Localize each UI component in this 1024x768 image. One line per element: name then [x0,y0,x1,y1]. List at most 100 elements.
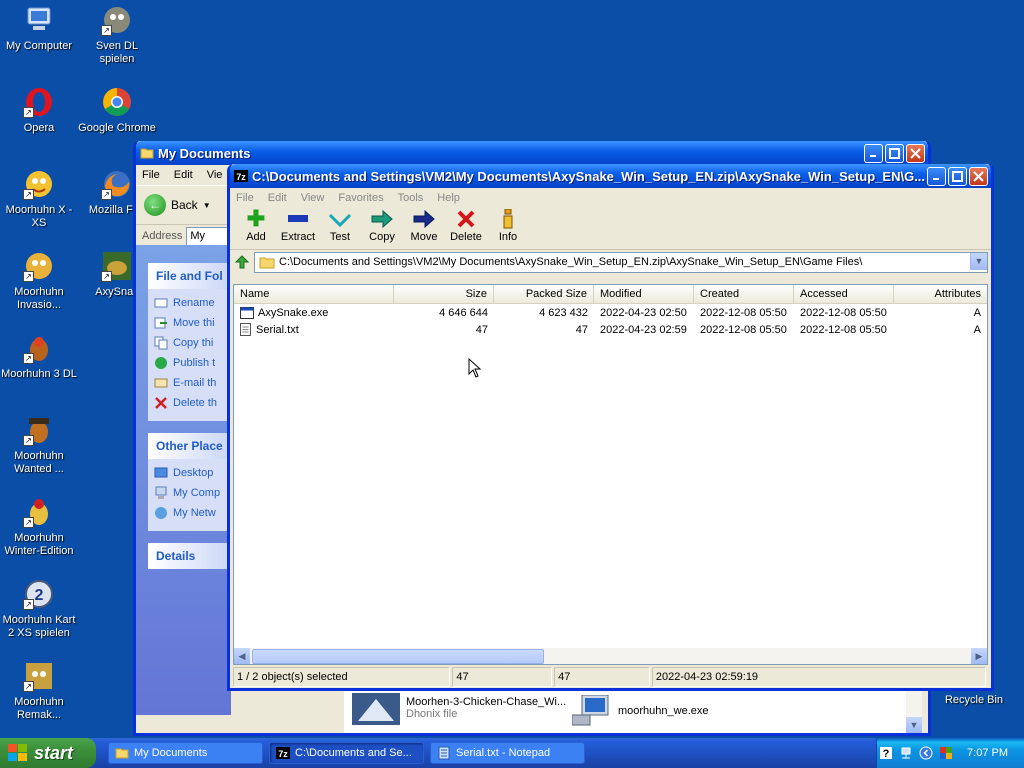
menu-favorites[interactable]: Favorites [338,192,383,204]
desktop-icon-moorhuhn-3[interactable]: ↗ Moorhuhn 3 DL [0,332,78,381]
network-icon[interactable] [899,746,913,760]
file-list: Name Size Packed Size Modified Created A… [233,284,988,665]
menu-tools[interactable]: Tools [398,192,424,204]
desktop-icon-opera[interactable]: ↗ Opera [0,86,78,135]
desktop-icon-moorhuhn-kart[interactable]: 2 ↗ Moorhuhn Kart 2 XS spielen [0,578,78,640]
cell-name: AxySnake.exe [234,304,394,321]
file-folder-tasks-header[interactable]: File and Fol [148,263,238,289]
desktop-icon-moorhuhn-wanted[interactable]: ↗ Moorhuhn Wanted ... [0,414,78,476]
chevron-down-icon[interactable]: ▼ [203,201,211,210]
start-button[interactable]: start [0,738,96,768]
info-button[interactable]: Info [487,207,529,243]
maximize-icon [889,147,900,159]
cell-size: 4 646 644 [439,306,488,319]
path-combobox[interactable]: C:\Documents and Settings\VM2\My Documen… [254,251,988,273]
desktop-icon-moorhuhn-x[interactable]: ↗ Moorhuhn X - XS [0,168,78,230]
scroll-thumb[interactable] [252,649,544,664]
menu-edit[interactable]: Edit [268,192,287,204]
details-header[interactable]: Details [148,543,238,569]
horizontal-scrollbar[interactable]: ◀ ▶ [234,648,987,664]
task-rename[interactable]: Rename [154,293,232,313]
close-button[interactable] [969,166,988,186]
email-icon [154,378,168,388]
desktop-icon-moorhuhn-winter[interactable]: ↗ Moorhuhn Winter-Edition [0,496,78,558]
maximize-button[interactable] [885,143,904,163]
add-button[interactable]: ✚ Add [235,206,277,243]
table-row[interactable]: Serial.txt 47 47 2022-04-23 02:59 2022-1… [234,321,987,338]
copy-button[interactable]: Copy [361,207,403,243]
delete-button[interactable]: Delete [445,207,487,243]
place-my-network[interactable]: My Netw [154,503,232,523]
taskbar-item-my-documents[interactable]: My Documents [108,742,263,764]
other-places-header[interactable]: Other Place [148,433,238,459]
scroll-right-arrow[interactable]: ▶ [971,648,987,664]
menu-file[interactable]: File [236,192,254,204]
menu-file[interactable]: File [142,169,160,181]
security-shield-icon[interactable] [939,746,953,760]
clock[interactable]: 7:07 PM [967,747,1008,759]
desktop-icon-chrome[interactable]: Google Chrome [78,86,156,135]
desktop-icon-recycle-bin[interactable]: Recycle Bin [935,694,1013,707]
taskbar-item-notepad[interactable]: Serial.txt - Notepad [430,742,585,764]
svg-text:2: 2 [35,587,44,604]
taskbar: start My Documents 7z C:\Documents and S… [0,738,1024,768]
path-bar: C:\Documents and Settings\VM2\My Documen… [230,249,991,274]
file-name: moorhuhn_we.exe [618,705,709,717]
move-arrow-icon [403,207,445,231]
desktop-icon-sven[interactable]: ↗ Sven DL spielen [78,4,156,66]
task-pane: File and Fol Rename Move thi Copy thi Pu… [136,245,238,715]
column-header-attributes[interactable]: Attributes [894,285,987,303]
task-copy[interactable]: Copy thi [154,333,232,353]
place-desktop[interactable]: Desktop [154,463,232,483]
test-button[interactable]: Test [319,207,361,243]
column-header-accessed[interactable]: Accessed [794,285,894,303]
minimize-button[interactable] [864,143,883,163]
cell-modified: 2022-04-23 02:59 [600,323,687,336]
menu-help[interactable]: Help [437,192,460,204]
7zip-window: 7z C:\Documents and Settings\VM2\My Docu… [227,164,994,691]
task-publish[interactable]: Publish t [154,353,232,373]
taskbar-item-7zip[interactable]: 7z C:\Documents and Se... [269,742,424,764]
menu-view[interactable]: View [301,192,325,204]
help-icon[interactable]: ? [879,746,893,760]
column-header-size[interactable]: Size [394,285,494,303]
minimize-icon [870,154,876,157]
desktop-icon-my-computer[interactable]: My Computer [0,4,78,53]
my-documents-titlebar[interactable]: My Documents [136,141,928,165]
column-headers: Name Size Packed Size Modified Created A… [234,285,987,304]
table-row[interactable]: AxySnake.exe 4 646 644 4 623 432 2022-04… [234,304,987,321]
7zip-titlebar[interactable]: 7z C:\Documents and Settings\VM2\My Docu… [230,164,991,188]
menu-view[interactable]: Vie [207,169,223,181]
scroll-down-arrow[interactable]: ▼ [906,717,922,733]
file-item[interactable]: moorhuhn_we.exe [572,695,709,727]
task-move[interactable]: Move thi [154,313,232,333]
task-delete[interactable]: Delete th [154,393,232,413]
computer-icon [155,486,167,499]
column-header-created[interactable]: Created [694,285,794,303]
status-bar: 1 / 2 object(s) selected 47 47 2022-04-2… [233,667,988,687]
move-button[interactable]: Move [403,207,445,243]
moorhuhn-icon: ↗ [23,250,55,282]
maximize-button[interactable] [948,166,967,186]
column-header-packed-size[interactable]: Packed Size [494,285,594,303]
close-button[interactable] [906,143,925,163]
desktop-icon-moorhuhn-invasion[interactable]: ↗ Moorhuhn Invasio... [0,250,78,312]
desktop-icon-moorhuhn-remake[interactable]: ↗ Moorhuhn Remak... [0,660,78,722]
toolbar: ✚ Add Extract Test Copy Move Delete Info [230,206,991,249]
up-folder-icon[interactable] [234,254,250,270]
back-arrow-icon: ← [144,194,166,216]
column-header-name[interactable]: Name [234,285,394,303]
7zip-logo-icon: 7z [234,170,248,182]
chevron-down-icon[interactable]: ▼ [970,252,987,270]
column-header-modified[interactable]: Modified [594,285,694,303]
chevron-left-icon[interactable] [919,746,933,760]
scroll-left-arrow[interactable]: ◀ [234,648,250,664]
file-item[interactable]: Moorhen-3-Chicken-Chase_Wi... Dhonix fil… [352,691,566,725]
minimize-button[interactable] [927,166,946,186]
task-email[interactable]: E-mail th [154,373,232,393]
place-my-computer[interactable]: My Comp [154,483,232,503]
menu-edit[interactable]: Edit [174,169,193,181]
cell-attributes: A [973,306,981,319]
extract-button[interactable]: Extract [277,207,319,243]
back-button[interactable]: ← Back ▼ [144,194,211,216]
